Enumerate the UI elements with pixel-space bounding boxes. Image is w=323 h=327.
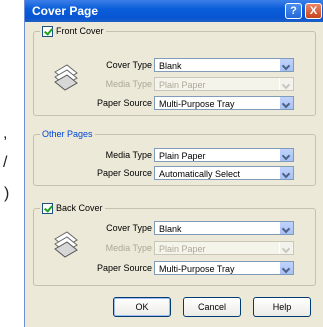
ok-button[interactable]: OK: [113, 297, 171, 317]
front-media-type-row: Media Type : Plain Paper: [34, 77, 317, 91]
select-value: Plain Paper: [159, 151, 206, 161]
back-paper-source-select[interactable]: Multi-Purpose Tray: [154, 261, 294, 275]
front-paper-source-row: Paper Source : Multi-Purpose Tray: [34, 96, 317, 110]
back-cover-label: Back Cover: [56, 203, 103, 213]
checkbox-checked-icon: [42, 203, 53, 214]
select-value: Multi-Purpose Tray: [159, 99, 235, 109]
other-pages-label: Other Pages: [40, 128, 95, 141]
chevron-down-icon[interactable]: [279, 222, 293, 234]
help-icon[interactable]: ?: [285, 3, 302, 19]
chevron-down-icon[interactable]: [279, 97, 293, 109]
close-icon[interactable]: X: [305, 3, 322, 19]
help-button[interactable]: Help: [253, 297, 311, 317]
media-type-label: Media Type :: [105, 79, 157, 89]
back-media-type-row: Media Type : Plain Paper: [34, 241, 317, 255]
paper-source-label: Paper Source :: [96, 98, 157, 108]
other-media-type-row: Media Type : Plain Paper: [34, 148, 317, 162]
back-cover-type-select[interactable]: Blank: [154, 221, 294, 235]
media-type-label: Media Type :: [105, 243, 157, 253]
paper-source-label: Paper Source :: [96, 263, 157, 273]
title-bar[interactable]: Cover Page ? X: [25, 0, 323, 22]
other-paper-source-row: Paper Source : Automatically Select: [34, 166, 317, 180]
back-cover-group: Back Cover Cover Type : Blank Media Type…: [33, 202, 317, 286]
background-text-fragment: /: [3, 154, 8, 171]
select-value: Multi-Purpose Tray: [159, 264, 235, 274]
background-text-fragment: ): [4, 185, 10, 202]
chevron-down-icon[interactable]: [279, 149, 293, 161]
front-cover-group: Front Cover Cover Type : Blank Media Typ…: [33, 25, 317, 116]
window-title: Cover Page: [32, 4, 99, 18]
chevron-down-icon: [279, 78, 293, 90]
background-text-fragment: ,: [3, 125, 8, 142]
front-cover-label: Front Cover: [56, 26, 104, 36]
cover-type-label: Cover Type :: [106, 223, 157, 233]
other-paper-source-select[interactable]: Automatically Select: [154, 166, 294, 180]
paper-source-label: Paper Source :: [96, 168, 157, 178]
cover-page-dialog: Cover Page ? X Front Cover Cover Type : …: [24, 0, 323, 327]
front-media-type-select: Plain Paper: [154, 77, 294, 91]
chevron-down-icon[interactable]: [279, 167, 293, 179]
select-value: Blank: [159, 61, 182, 71]
chevron-down-icon[interactable]: [279, 59, 293, 71]
cover-type-label: Cover Type :: [106, 60, 157, 70]
cancel-button[interactable]: Cancel: [183, 297, 241, 317]
back-cover-checkbox[interactable]: Back Cover: [40, 202, 105, 215]
back-paper-source-row: Paper Source : Multi-Purpose Tray: [34, 261, 317, 275]
back-cover-type-row: Cover Type : Blank: [34, 221, 317, 235]
other-pages-group: Other Pages Media Type : Plain Paper Pap…: [33, 128, 317, 186]
checkbox-checked-icon: [42, 26, 53, 37]
select-value: Automatically Select: [159, 169, 241, 179]
other-media-type-select[interactable]: Plain Paper: [154, 148, 294, 162]
chevron-down-icon: [279, 242, 293, 254]
select-value: Plain Paper: [159, 244, 206, 254]
front-cover-checkbox[interactable]: Front Cover: [40, 25, 106, 38]
media-type-label: Media Type :: [105, 150, 157, 160]
front-cover-type-select[interactable]: Blank: [154, 58, 294, 72]
front-paper-source-select[interactable]: Multi-Purpose Tray: [154, 96, 294, 110]
back-media-type-select: Plain Paper: [154, 241, 294, 255]
select-value: Plain Paper: [159, 80, 206, 90]
chevron-down-icon[interactable]: [279, 262, 293, 274]
select-value: Blank: [159, 224, 182, 234]
front-cover-type-row: Cover Type : Blank: [34, 58, 317, 72]
